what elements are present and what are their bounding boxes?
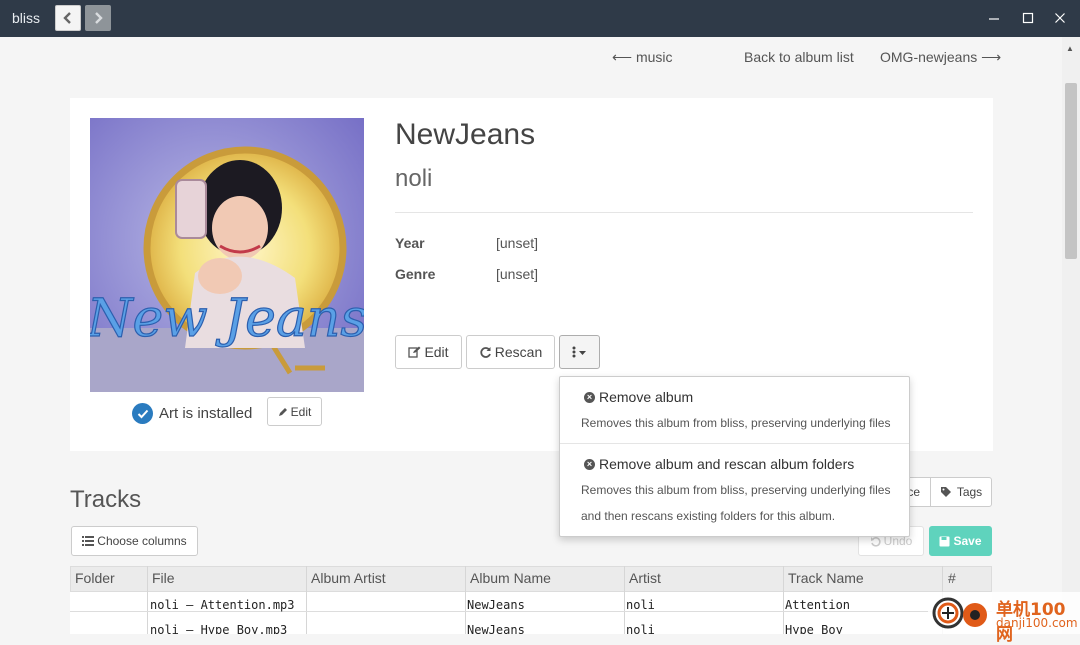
times-circle-icon: × — [584, 391, 595, 403]
maximize-button[interactable] — [1018, 9, 1038, 27]
rescan-button[interactable]: Rescan — [466, 335, 555, 369]
scrollbar-thumb[interactable] — [1065, 83, 1077, 259]
column-header-album-name[interactable]: Album Name — [470, 570, 551, 586]
tracks-heading: Tracks — [70, 486, 142, 513]
header-divider — [395, 212, 973, 213]
close-button[interactable] — [1050, 9, 1070, 27]
choose-columns-button[interactable]: Choose columns — [71, 526, 198, 556]
remove-album-menu-item[interactable]: × Remove album Removes this album from b… — [560, 377, 909, 443]
column-header-file[interactable]: File — [152, 570, 175, 586]
minimize-button[interactable] — [984, 9, 1004, 27]
watermark-url: danji100.com — [996, 616, 1078, 630]
tracks-table: Folder File Album Artist Album Name Arti… — [70, 566, 992, 634]
column-header-album-artist[interactable]: Album Artist — [311, 570, 386, 586]
rescan-label: Rescan — [494, 344, 543, 360]
title-bar: bliss — [0, 0, 1080, 37]
tags-icon — [940, 487, 951, 497]
choose-columns-label: Choose columns — [97, 534, 187, 548]
edit-album-label: Edit — [424, 344, 449, 360]
app-name: bliss — [12, 10, 41, 26]
album-cover-art: New Jeans — [90, 118, 364, 392]
forward-button[interactable] — [85, 5, 111, 31]
back-to-album-list-link[interactable]: Back to album list — [744, 49, 854, 65]
column-divider — [783, 566, 784, 634]
album-artist: noli — [395, 165, 433, 192]
pencil-icon — [278, 407, 287, 416]
edit-icon — [408, 346, 421, 358]
genre-value: [unset] — [496, 266, 539, 282]
remove-album-desc: Removes this album from bliss, preservin… — [581, 416, 891, 430]
more-options-icon — [572, 346, 586, 358]
cover-art-logo-text: New Jeans — [90, 289, 364, 349]
column-header-track-number[interactable]: # — [948, 570, 956, 586]
column-divider — [465, 566, 466, 634]
remove-and-rescan-desc: Removes this album from bliss, preservin… — [581, 483, 891, 497]
undo-icon — [870, 536, 881, 547]
more-actions-button[interactable] — [559, 335, 600, 369]
column-header-track-name[interactable]: Track Name — [788, 570, 864, 586]
year-value: [unset] — [496, 235, 539, 251]
minimize-icon — [989, 18, 999, 20]
next-album-link[interactable]: OMG-newjeans ⟶ — [880, 49, 1001, 66]
column-divider — [306, 566, 307, 634]
album-actions-dropdown: × Remove album Removes this album from b… — [559, 376, 910, 537]
edit-album-button[interactable]: Edit — [395, 335, 462, 369]
art-edit-button[interactable]: Edit — [267, 397, 322, 426]
remove-and-rescan-title: × Remove album and rescan album folders — [584, 456, 854, 472]
column-header-artist[interactable]: Artist — [629, 570, 661, 586]
column-divider — [147, 566, 148, 634]
chevron-right-icon — [95, 12, 103, 24]
save-label: Save — [953, 534, 982, 548]
tags-tab-label: Tags — [956, 485, 983, 499]
remove-and-rescan-menu-item[interactable]: × Remove album and rescan album folders … — [560, 444, 909, 536]
maximize-icon — [1022, 12, 1034, 24]
cell-file[interactable]: noli – Attention.mp3 — [150, 598, 295, 612]
cell-track-name[interactable]: Attention — [785, 598, 850, 612]
watermark: 单机100网 danji100.com — [928, 592, 1080, 645]
prev-album-link[interactable]: ⟵ music — [612, 49, 673, 66]
genre-label: Genre — [395, 266, 436, 282]
column-header-folder[interactable]: Folder — [75, 570, 115, 586]
list-icon — [82, 536, 95, 546]
watermark-logo-icon — [932, 597, 987, 629]
floppy-disk-icon — [939, 536, 950, 546]
times-circle-icon: × — [584, 458, 595, 470]
cell-file[interactable]: noli – Hype Boy.mp3 — [150, 623, 287, 634]
art-status-label: Art is installed — [159, 405, 253, 422]
cell-track-name[interactable]: Hype Boy — [785, 623, 843, 634]
cell-artist[interactable]: noli — [626, 623, 655, 634]
art-edit-label: Edit — [290, 404, 312, 419]
check-circle-icon — [132, 403, 153, 424]
close-icon — [1055, 13, 1065, 23]
scroll-up-arrow-icon[interactable]: ▲ — [1066, 44, 1074, 53]
album-title: NewJeans — [395, 118, 536, 151]
remove-album-title: × Remove album — [584, 389, 693, 405]
column-divider — [624, 566, 625, 634]
refresh-icon — [480, 346, 491, 358]
remove-album-label: Remove album — [599, 389, 694, 405]
cell-album-name[interactable]: NewJeans — [467, 598, 525, 612]
remove-and-rescan-desc-2: and then rescans existing folders for th… — [581, 509, 836, 523]
chevron-left-icon — [63, 12, 71, 24]
tags-tab-button[interactable]: Tags — [930, 477, 992, 507]
save-button[interactable]: Save — [929, 526, 992, 556]
remove-and-rescan-label: Remove album and rescan album folders — [599, 456, 855, 472]
art-status: Art is installed — [132, 403, 252, 424]
cell-album-name[interactable]: NewJeans — [467, 623, 525, 634]
year-label: Year — [395, 235, 425, 251]
cell-artist[interactable]: noli — [626, 598, 655, 612]
back-button[interactable] — [55, 5, 81, 31]
